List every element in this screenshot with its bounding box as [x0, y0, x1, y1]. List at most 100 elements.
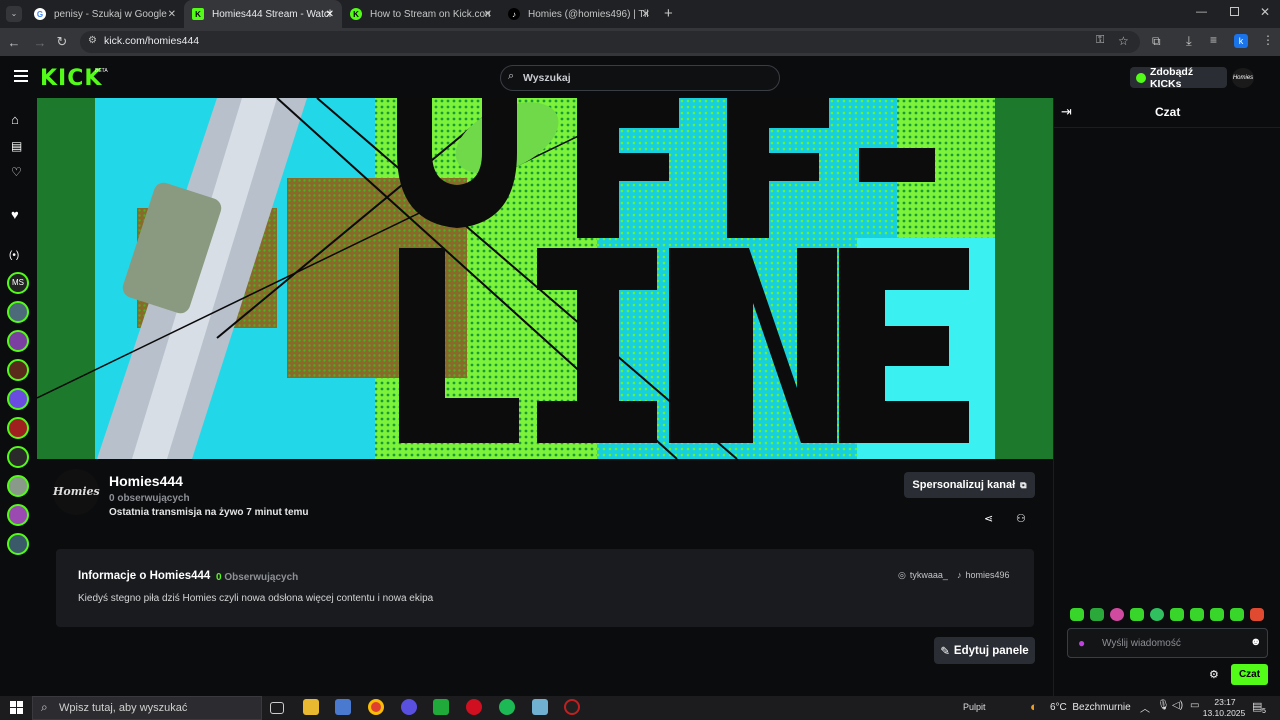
close-icon[interactable]: ✕: [642, 9, 650, 20]
followed-heart-icon[interactable]: ♥: [11, 207, 19, 222]
spotify-icon[interactable]: [499, 699, 515, 715]
site-header: KICK BETA ⌕ Wyszukaj Zdobądź KICKs Homie…: [0, 56, 1280, 98]
user-settings-icon[interactable]: ⚇: [1016, 512, 1026, 525]
channel-avatar[interactable]: [7, 301, 29, 323]
last-stream-prefix: Ostatnia transmisja na: [109, 507, 217, 518]
get-kicks-button[interactable]: Zdobądź KICKs: [1130, 66, 1227, 90]
microphone-icon[interactable]: 🎙: [1157, 700, 1170, 711]
live-broadcast-icon[interactable]: (•): [9, 250, 19, 261]
channel-avatar[interactable]: [7, 533, 29, 555]
user-avatar[interactable]: Homies: [1232, 68, 1254, 88]
weather-text[interactable]: 6°C Bezchmurnie: [1050, 702, 1131, 713]
last-stream-suffix: żywo 7 minut temu: [219, 507, 309, 518]
clock-time[interactable]: 23:17: [1206, 697, 1244, 707]
tab-title: Homies (@homies496) | TikTok: [528, 8, 648, 20]
send-chat-button[interactable]: Czat: [1231, 664, 1268, 685]
channel-avatar[interactable]: [7, 330, 29, 352]
microphone-icon[interactable]: ●: [1078, 636, 1085, 650]
app-icon[interactable]: [532, 699, 548, 715]
emote[interactable]: [1230, 608, 1244, 621]
chat-message-input[interactable]: ● Wyślij wiadomość ☻: [1067, 628, 1268, 658]
browser-tab-active[interactable]: K Homies444 Stream - Watch Live ✕: [184, 0, 342, 28]
emote[interactable]: [1070, 608, 1084, 621]
home-icon[interactable]: ⌂: [11, 112, 19, 127]
close-icon[interactable]: ✕: [326, 9, 334, 20]
file-explorer-icon[interactable]: [303, 699, 319, 715]
emote[interactable]: [1150, 608, 1164, 621]
customize-channel-button[interactable]: Spersonalizuj kanał ⧉: [904, 472, 1035, 498]
last-stream-text: Ostatnia transmisja na żywo 7 minut temu: [109, 507, 309, 518]
customize-channel-label: Spersonalizuj kanał: [912, 479, 1016, 491]
opera-icon[interactable]: [466, 699, 482, 715]
edit-panels-button[interactable]: ✎ Edytuj panele: [934, 637, 1035, 664]
taskbar-search-input[interactable]: ⌕ Wpisz tutaj, aby wyszukać: [32, 696, 262, 720]
network-icon[interactable]: ▭: [1190, 700, 1199, 711]
channel-avatar[interactable]: [7, 446, 29, 468]
volume-icon[interactable]: ◁): [1172, 700, 1183, 711]
reload-icon[interactable]: ↻: [52, 32, 72, 52]
windows-start-icon[interactable]: [10, 701, 23, 714]
restore-icon[interactable]: [1230, 7, 1239, 16]
address-bar[interactable]: ⚙ kick.com/homies444 ⚿ ☆: [80, 31, 1140, 53]
emote[interactable]: [1210, 608, 1224, 621]
show-hidden-icons-icon[interactable]: ︿: [1140, 700, 1150, 715]
forward-icon[interactable]: →: [30, 32, 50, 52]
chat-sidebar: ⇥ Czat ● Wyślij wiadomość ☻ ⚙ Czat: [1053, 98, 1280, 696]
browser-tab[interactable]: G penisy - Szukaj w Google ✕: [26, 0, 184, 28]
store-icon[interactable]: [335, 699, 351, 715]
browser-tab[interactable]: K How to Stream on Kick.com | K ✕: [342, 0, 500, 28]
channel-avatar[interactable]: [7, 504, 29, 526]
browser-tab[interactable]: ♪ Homies (@homies496) | TikTok ✕: [500, 0, 658, 28]
instagram-link[interactable]: ◎ tykwaaa_: [898, 570, 948, 581]
minimize-icon[interactable]: —: [1196, 6, 1207, 18]
close-window-icon[interactable]: ✕: [1260, 5, 1270, 19]
emote[interactable]: [1190, 608, 1204, 621]
search-input[interactable]: ⌕ Wyszukaj: [500, 65, 780, 91]
new-tab-icon[interactable]: +: [664, 5, 673, 22]
menu-dots-icon[interactable]: ⋮: [1262, 33, 1274, 47]
profile-avatar[interactable]: k: [1234, 34, 1248, 48]
site-info-icon[interactable]: ⚙: [88, 35, 97, 46]
channel-avatar[interactable]: MS: [7, 272, 29, 294]
clock-date[interactable]: 13.10.2025: [1202, 708, 1246, 718]
emote[interactable]: [1170, 608, 1184, 621]
channel-avatar[interactable]: [7, 359, 29, 381]
back-icon[interactable]: ←: [4, 32, 24, 52]
bookmark-star-icon[interactable]: ☆: [1118, 34, 1129, 48]
emote[interactable]: [1130, 608, 1144, 621]
kick-logo[interactable]: KICK: [40, 66, 102, 91]
notification-icon[interactable]: ▤: [1252, 700, 1262, 713]
password-key-icon[interactable]: ⚿: [1096, 34, 1104, 47]
channel-avatar[interactable]: [7, 388, 29, 410]
emote[interactable]: [1110, 608, 1124, 621]
chrome-icon[interactable]: [368, 699, 384, 715]
task-view-icon[interactable]: [270, 702, 284, 714]
close-icon[interactable]: ✕: [484, 9, 492, 20]
extensions-icon[interactable]: ⧉: [1152, 34, 1161, 49]
hamburger-menu-icon[interactable]: [14, 70, 28, 82]
channel-name[interactable]: Homies444: [109, 473, 183, 489]
desktop-label[interactable]: Pulpit: [963, 702, 986, 712]
chat-settings-icon[interactable]: ⚙: [1209, 668, 1219, 681]
channel-avatar[interactable]: Homies: [53, 469, 100, 515]
following-heart-icon[interactable]: ♡: [11, 165, 22, 179]
channel-avatar[interactable]: [7, 475, 29, 497]
messenger-icon[interactable]: [401, 699, 417, 715]
tiktok-link[interactable]: ♪ homies496: [957, 570, 1010, 580]
tab-search-button[interactable]: ⌄: [6, 6, 22, 22]
taskbar-search-placeholder: Wpisz tutaj, aby wyszukać: [59, 702, 188, 714]
live-gamer-icon[interactable]: [433, 699, 449, 715]
channel-avatar[interactable]: [7, 417, 29, 439]
close-icon[interactable]: ✕: [168, 9, 176, 20]
channel-info-area: Homies Homies444 0 obserwujących Ostatni…: [37, 459, 1053, 696]
emote[interactable]: [1250, 608, 1264, 621]
browse-icon[interactable]: ▤: [11, 139, 22, 153]
collapse-chat-icon[interactable]: ⇥: [1061, 104, 1072, 120]
emoji-icon[interactable]: ☻: [1250, 636, 1262, 648]
obs-icon[interactable]: [564, 699, 580, 715]
url-text[interactable]: kick.com/homies444: [104, 35, 199, 47]
media-control-icon[interactable]: ≡: [1210, 33, 1217, 47]
download-icon[interactable]: ⤓: [1186, 33, 1192, 49]
emote[interactable]: [1090, 608, 1104, 621]
share-icon[interactable]: ⋖: [984, 512, 993, 525]
